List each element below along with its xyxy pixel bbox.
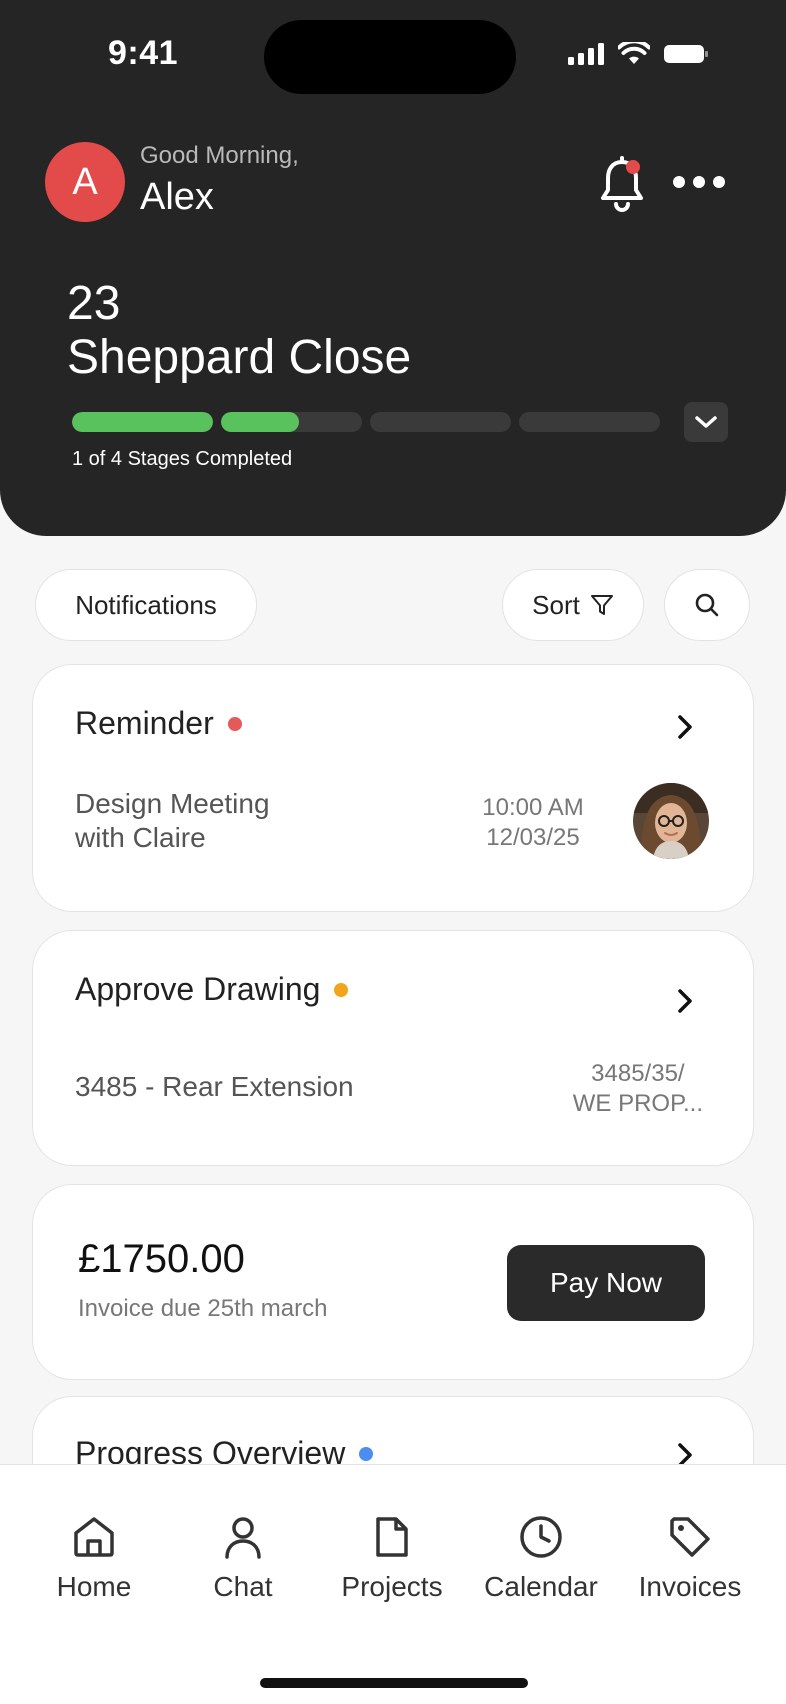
stage-segment — [519, 412, 660, 432]
meeting-time: 10:00 AM — [482, 794, 584, 821]
meeting-line-2: with Claire — [75, 822, 206, 853]
stage-progress-bar — [72, 412, 660, 432]
stage-segment — [221, 412, 362, 432]
header: 9:41 A Good Morning, Alex 23 Sheppard Cl… — [0, 0, 786, 536]
dynamic-island — [264, 20, 516, 94]
status-time: 9:41 — [108, 34, 179, 72]
sort-button[interactable]: Sort — [502, 569, 644, 641]
project-address-street: Sheppard Close — [67, 331, 412, 384]
notifications-filter[interactable]: Notifications — [35, 569, 257, 641]
progress-overview-status-dot — [359, 1446, 374, 1461]
search-icon — [695, 593, 719, 617]
meeting-description: Design Meeting with Claire — [75, 787, 270, 855]
app-screen: 9:41 A Good Morning, Alex 23 Sheppard Cl… — [0, 0, 786, 1704]
nav-calendar-label: Calendar — [484, 1571, 598, 1602]
reminder-card[interactable]: Reminder Design Meeting with Claire 10:0… — [32, 664, 754, 912]
meeting-date: 12/03/25 — [486, 824, 580, 851]
document-icon — [376, 1517, 408, 1557]
home-icon — [74, 1517, 114, 1557]
drawing-ref-line-2: WE PROP... — [572, 1090, 703, 1117]
wifi-icon — [618, 42, 650, 64]
drawing-title: Approve Drawing — [75, 971, 321, 1007]
meeting-line-1: Design Meeting — [75, 788, 270, 819]
status-icons — [568, 42, 708, 66]
search-button[interactable] — [664, 569, 750, 641]
approve-drawing-card[interactable]: Approve Drawing 3485 - Rear Extension 34… — [32, 930, 754, 1166]
invoice-amount: £1750.00 — [78, 1237, 245, 1281]
drawing-ref-line-1: 3485/35/ — [591, 1060, 685, 1087]
drawing-reference: 3485/35/ WE PROP... — [573, 1059, 703, 1119]
bottom-nav: Home Chat Projects Calendar Invoices — [0, 1464, 786, 1704]
nav-home[interactable]: Home — [19, 1513, 169, 1603]
nav-home-label: Home — [56, 1571, 132, 1602]
drawing-status-dot — [334, 982, 349, 997]
reminder-status-dot — [227, 716, 242, 731]
meeting-datetime: 10:00 AM 12/03/25 — [443, 793, 623, 853]
tag-icon — [670, 1517, 710, 1557]
drawing-subtitle: 3485 - Rear Extension — [75, 1071, 354, 1102]
project-dropdown-button[interactable] — [684, 402, 728, 442]
stage-segment — [72, 412, 213, 432]
user-icon — [225, 1517, 261, 1559]
home-indicator[interactable] — [260, 1678, 528, 1688]
reminder-title-row: Reminder — [75, 705, 242, 742]
greeting-text: Good Morning, — [140, 142, 299, 169]
signal-icon — [568, 43, 604, 65]
reminder-title: Reminder — [75, 705, 214, 741]
drawing-title-row: Approve Drawing — [75, 971, 349, 1008]
nav-calendar[interactable]: Calendar — [466, 1513, 616, 1603]
nav-chat-label: Chat — [213, 1571, 273, 1602]
nav-invoices-label: Invoices — [638, 1571, 742, 1602]
invoice-card: £1750.00 Invoice due 25th march Pay Now — [32, 1184, 754, 1380]
chevron-right-icon[interactable] — [675, 713, 695, 741]
project-address-number: 23 — [67, 277, 121, 330]
invoice-due-text: Invoice due 25th march — [78, 1295, 328, 1322]
stages-completed-text: 1 of 4 Stages Completed — [72, 448, 293, 470]
chevron-down-icon — [695, 416, 717, 428]
battery-icon — [664, 45, 708, 63]
more-icon[interactable] — [672, 170, 726, 194]
nav-chat[interactable]: Chat — [168, 1513, 318, 1603]
claire-avatar — [633, 783, 709, 859]
nav-projects[interactable]: Projects — [317, 1513, 467, 1603]
notifications-filter-label: Notifications — [75, 589, 217, 620]
clock-icon — [520, 1516, 562, 1558]
bell-icon[interactable] — [598, 156, 646, 212]
user-avatar[interactable]: A — [45, 142, 125, 222]
nav-projects-label: Projects — [341, 1571, 443, 1602]
stage-segment — [370, 412, 511, 432]
filter-icon — [590, 595, 613, 615]
chevron-right-icon[interactable] — [675, 987, 695, 1015]
user-name: Alex — [140, 176, 214, 218]
sort-label: Sort — [532, 589, 580, 620]
pay-now-button[interactable]: Pay Now — [507, 1245, 705, 1321]
nav-invoices[interactable]: Invoices — [615, 1513, 765, 1603]
